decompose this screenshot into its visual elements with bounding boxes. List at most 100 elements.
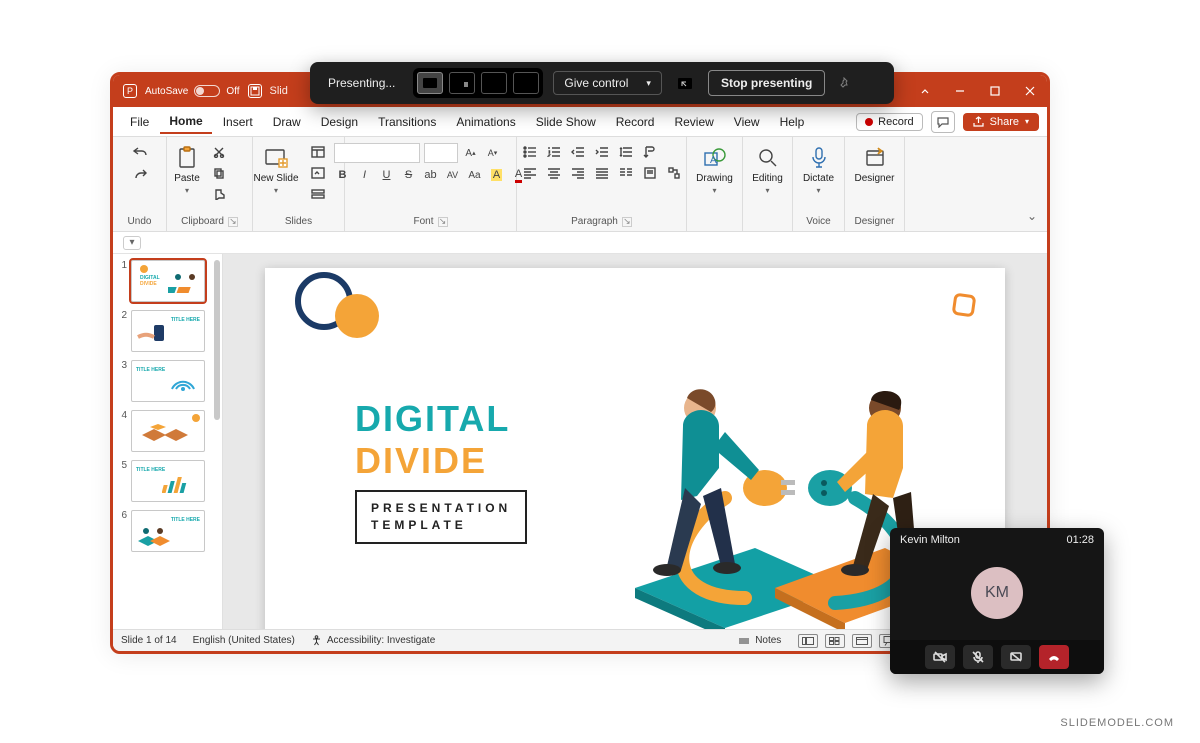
shadow-button[interactable]: ab xyxy=(422,166,440,184)
group-label-clipboard: Clipboard xyxy=(181,216,224,227)
toggle-pill xyxy=(194,85,220,97)
dictate-button[interactable]: Dictate▾ xyxy=(799,143,838,197)
designer-button[interactable]: Designer xyxy=(850,143,898,186)
bold-button[interactable]: B xyxy=(334,166,352,184)
editing-button[interactable]: Editing▾ xyxy=(748,143,787,197)
tab-view[interactable]: View xyxy=(725,111,769,133)
drawing-button[interactable]: A Drawing▾ xyxy=(692,143,737,197)
tab-slideshow[interactable]: Slide Show xyxy=(527,111,605,133)
decor-circle-orange xyxy=(335,294,379,338)
call-controls xyxy=(890,640,1104,674)
bullets-button[interactable] xyxy=(520,143,540,161)
char-spacing-button[interactable]: AV xyxy=(444,166,462,184)
thumbnail-slide-4[interactable]: 4 xyxy=(117,410,212,452)
qat-overflow-button[interactable]: ▾ xyxy=(123,236,141,250)
dialog-launcher-icon[interactable]: ↘ xyxy=(228,217,238,227)
language-status[interactable]: English (United States) xyxy=(193,635,295,646)
tab-draw[interactable]: Draw xyxy=(264,111,310,133)
maximize-button[interactable] xyxy=(977,75,1012,107)
underline-button[interactable]: U xyxy=(378,166,396,184)
accessibility-status[interactable]: Accessibility: Investigate xyxy=(311,635,435,646)
strike-button[interactable]: S xyxy=(400,166,418,184)
align-text-button[interactable] xyxy=(640,164,660,182)
dialog-launcher-icon[interactable]: ↘ xyxy=(622,217,632,227)
layout-mode-standout[interactable] xyxy=(417,72,443,94)
align-center-button[interactable] xyxy=(544,164,564,182)
justify-button[interactable] xyxy=(592,164,612,182)
slide-counter[interactable]: Slide 1 of 14 xyxy=(121,635,177,646)
notes-button[interactable]: Notes xyxy=(738,635,781,646)
layout-mode-gallery[interactable] xyxy=(513,72,539,94)
minimize-button[interactable] xyxy=(942,75,977,107)
close-button[interactable] xyxy=(1012,75,1047,107)
font-family-select[interactable] xyxy=(334,143,420,163)
paste-button[interactable]: Paste ▾ xyxy=(170,143,204,197)
layout-mode-group xyxy=(413,68,543,98)
share-button[interactable]: Share▾ xyxy=(963,113,1039,131)
sorter-view-button[interactable] xyxy=(825,634,845,648)
give-control-dropdown[interactable]: Give control ▾ xyxy=(553,71,662,95)
record-button[interactable]: Record xyxy=(856,113,922,131)
save-icon[interactable] xyxy=(248,84,262,98)
section-button[interactable] xyxy=(309,185,327,203)
italic-button[interactable]: I xyxy=(356,166,374,184)
increase-font-button[interactable]: A▴ xyxy=(462,144,480,162)
indent-increase-button[interactable] xyxy=(592,143,612,161)
redo-button[interactable] xyxy=(131,165,149,183)
tab-home[interactable]: Home xyxy=(160,110,211,134)
columns-button[interactable] xyxy=(616,164,636,182)
indent-decrease-button[interactable] xyxy=(568,143,588,161)
pin-icon[interactable] xyxy=(835,74,853,92)
thumbnail-slide-2[interactable]: 2 TITLE HERE xyxy=(117,310,212,352)
pop-out-icon[interactable] xyxy=(672,72,698,94)
cut-button[interactable] xyxy=(210,143,228,161)
layout-button[interactable] xyxy=(309,143,327,161)
tab-file[interactable]: File xyxy=(121,111,158,133)
tab-insert[interactable]: Insert xyxy=(214,111,262,133)
tab-review[interactable]: Review xyxy=(665,111,722,133)
normal-view-button[interactable] xyxy=(798,634,818,648)
reading-view-button[interactable] xyxy=(852,634,872,648)
tab-design[interactable]: Design xyxy=(312,111,367,133)
thumb-illustration xyxy=(168,267,202,297)
thumbnail-slide-3[interactable]: 3 TITLE HERE xyxy=(117,360,212,402)
share-toggle-button[interactable] xyxy=(1001,645,1031,669)
text-direction-button[interactable] xyxy=(640,143,660,161)
decrease-font-button[interactable]: A▾ xyxy=(484,144,502,162)
scrollbar-thumb[interactable] xyxy=(214,260,220,420)
tab-animations[interactable]: Animations xyxy=(447,111,524,133)
smartart-button[interactable] xyxy=(664,164,684,182)
tab-transitions[interactable]: Transitions xyxy=(369,111,445,133)
collapse-ribbon-button[interactable]: ⌄ xyxy=(1027,209,1037,223)
format-painter-button[interactable] xyxy=(210,185,228,203)
align-left-button[interactable] xyxy=(520,164,540,182)
thumbnail-slide-5[interactable]: 5 TITLE HERE xyxy=(117,460,212,502)
highlight-button[interactable]: A xyxy=(488,166,506,184)
change-case-button[interactable]: Aa xyxy=(466,166,484,184)
comments-button[interactable] xyxy=(931,111,955,133)
new-slide-icon xyxy=(263,145,289,171)
font-size-select[interactable] xyxy=(424,143,458,163)
ribbon-display-icon[interactable] xyxy=(907,75,942,107)
camera-toggle-button[interactable] xyxy=(925,645,955,669)
call-avatar: KM xyxy=(890,546,1104,640)
reset-button[interactable] xyxy=(309,164,327,182)
line-spacing-button[interactable] xyxy=(616,143,636,161)
numbering-button[interactable] xyxy=(544,143,564,161)
dialog-launcher-icon[interactable]: ↘ xyxy=(438,217,448,227)
undo-button[interactable] xyxy=(131,143,149,161)
layout-mode-side[interactable] xyxy=(449,72,475,94)
teams-call-widget[interactable]: Kevin Milton 01:28 KM xyxy=(890,528,1104,674)
thumbnail-slide-1[interactable]: 1 DIGITAL DIVIDE xyxy=(117,260,212,302)
autosave-toggle[interactable]: AutoSave Off xyxy=(145,85,240,97)
thumbnail-slide-6[interactable]: 6 TITLE HERE xyxy=(117,510,212,552)
align-right-button[interactable] xyxy=(568,164,588,182)
tab-record[interactable]: Record xyxy=(607,111,664,133)
layout-mode-reporter[interactable] xyxy=(481,72,507,94)
copy-button[interactable] xyxy=(210,164,228,182)
stop-presenting-button[interactable]: Stop presenting xyxy=(708,70,825,96)
tab-help[interactable]: Help xyxy=(771,111,814,133)
new-slide-button[interactable]: New Slide ▾ xyxy=(249,143,302,197)
hang-up-button[interactable] xyxy=(1039,645,1069,669)
mic-toggle-button[interactable] xyxy=(963,645,993,669)
